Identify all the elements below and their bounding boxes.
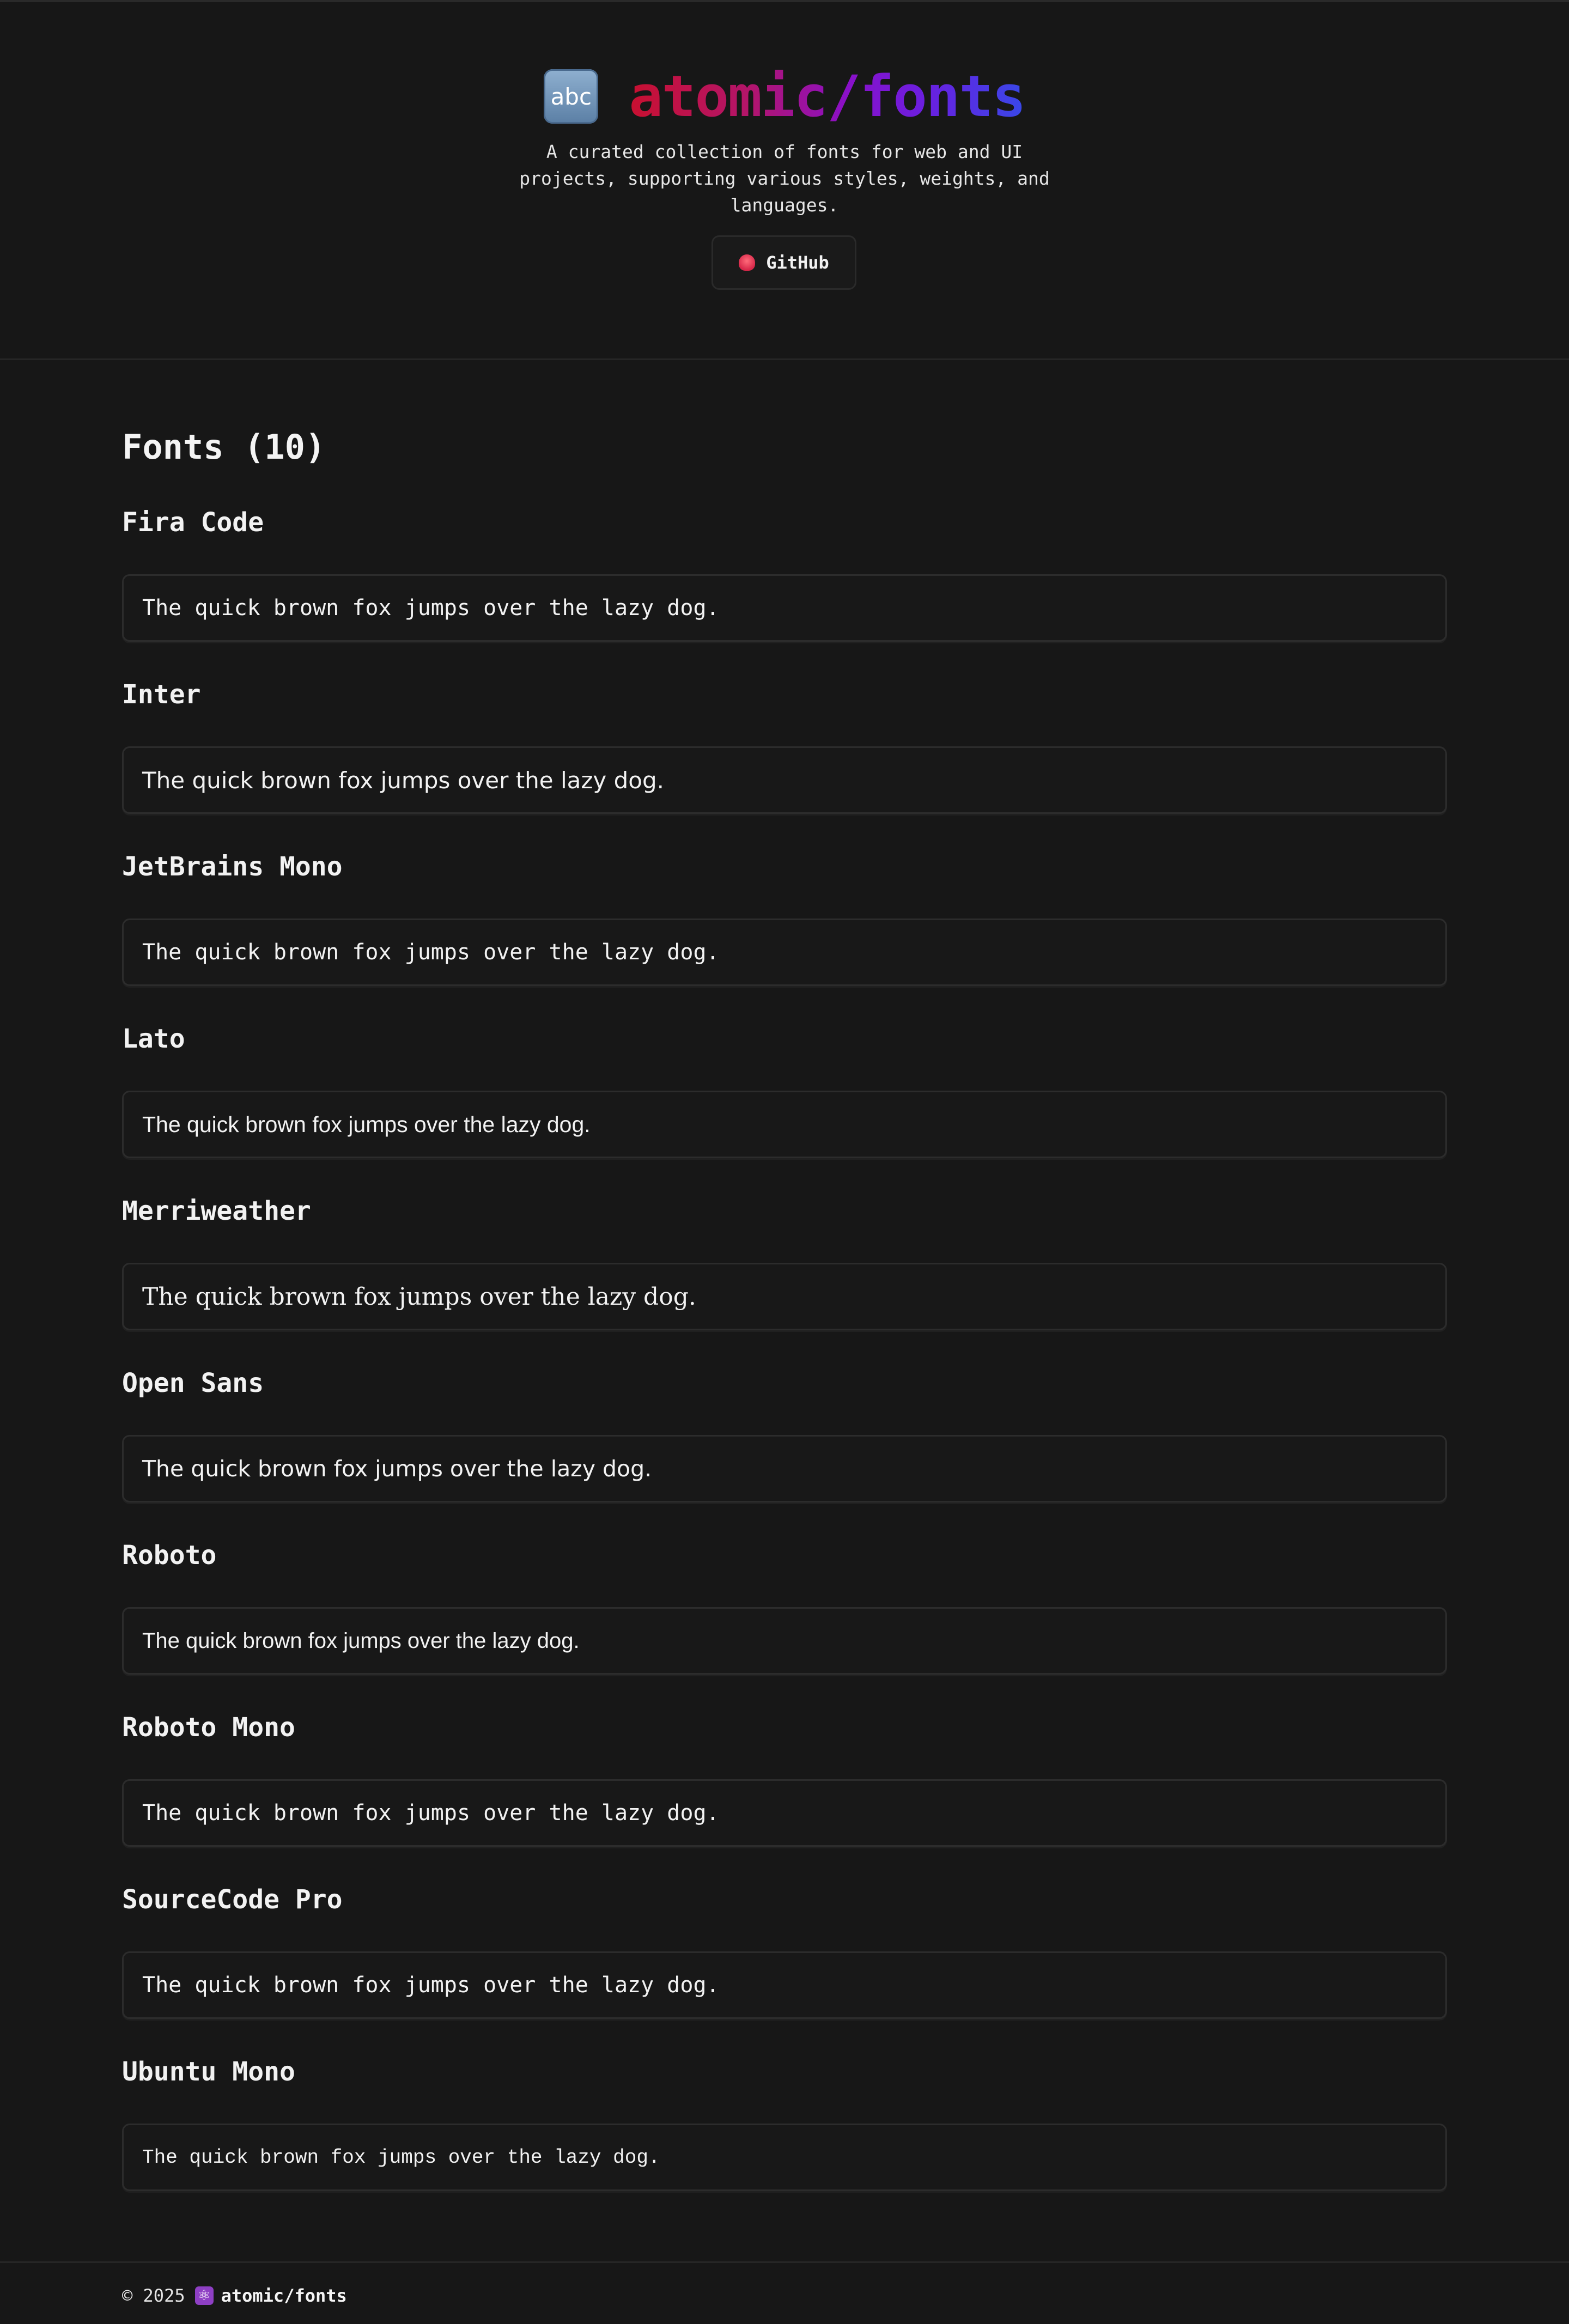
font-name: Open Sans: [122, 1368, 264, 1398]
copyright: © 2025: [122, 2285, 185, 2306]
font-name: Roboto Mono: [122, 1712, 295, 1743]
font-card: Ubuntu Mono The quick brown fox jumps ov…: [122, 2055, 1447, 2228]
font-sample: The quick brown fox jumps over the lazy …: [122, 1435, 1447, 1502]
site-footer: © 2025 ⚛ atomic/fonts: [0, 2261, 1569, 2324]
font-card: JetBrains Mono The quick brown fox jumps…: [122, 850, 1447, 1023]
site-header: abc atomic/fonts A curated collection of…: [0, 0, 1569, 360]
font-name: JetBrains Mono: [122, 851, 343, 882]
font-name: Merriweather: [122, 1196, 311, 1226]
font-name: Fira Code: [122, 507, 264, 538]
atom-icon: ⚛: [194, 2286, 214, 2305]
font-card: SourceCode Pro The quick brown fox jumps…: [122, 1883, 1447, 2055]
section-title: Fonts (10): [122, 427, 326, 467]
font-card: Inter The quick brown fox jumps over the…: [122, 678, 1447, 850]
site-title: atomic/fonts: [629, 63, 1026, 130]
tagline: A curated collection of fonts for web an…: [519, 141, 1050, 216]
font-card: Lato The quick brown fox jumps over the …: [122, 1023, 1447, 1195]
footer-brand: atomic/fonts: [221, 2285, 347, 2306]
font-card: Roboto The quick brown fox jumps over th…: [122, 1539, 1447, 1711]
font-card: Open Sans The quick brown fox jumps over…: [122, 1367, 1447, 1539]
font-name: Lato: [122, 1024, 185, 1054]
font-sample: The quick brown fox jumps over the lazy …: [122, 918, 1447, 986]
font-sample: The quick brown fox jumps over the lazy …: [122, 1607, 1447, 1675]
font-sample: The quick brown fox jumps over the lazy …: [122, 1263, 1447, 1330]
github-button[interactable]: GitHub: [711, 235, 856, 290]
font-sample: The quick brown fox jumps over the lazy …: [122, 574, 1447, 642]
font-sample: The quick brown fox jumps over the lazy …: [122, 2124, 1447, 2191]
abc-icon: abc: [544, 69, 599, 124]
brand: abc atomic/fonts: [0, 61, 1569, 132]
font-card: Roboto Mono The quick brown fox jumps ov…: [122, 1711, 1447, 1883]
footer-content: © 2025 ⚛ atomic/fonts: [122, 2285, 347, 2307]
font-card: Merriweather The quick brown fox jumps o…: [122, 1195, 1447, 1367]
github-label: GitHub: [766, 252, 829, 273]
font-card: Fira Code The quick brown fox jumps over…: [122, 506, 1447, 678]
font-sample: The quick brown fox jumps over the lazy …: [122, 746, 1447, 814]
font-sample: The quick brown fox jumps over the lazy …: [122, 1779, 1447, 1847]
font-sample: The quick brown fox jumps over the lazy …: [122, 1951, 1447, 2019]
font-sample: The quick brown fox jumps over the lazy …: [122, 1091, 1447, 1158]
font-name: SourceCode Pro: [122, 1884, 343, 1915]
font-name: Roboto: [122, 1540, 217, 1571]
font-name: Inter: [122, 679, 201, 710]
font-name: Ubuntu Mono: [122, 2057, 295, 2087]
octocat-icon: [739, 254, 756, 271]
